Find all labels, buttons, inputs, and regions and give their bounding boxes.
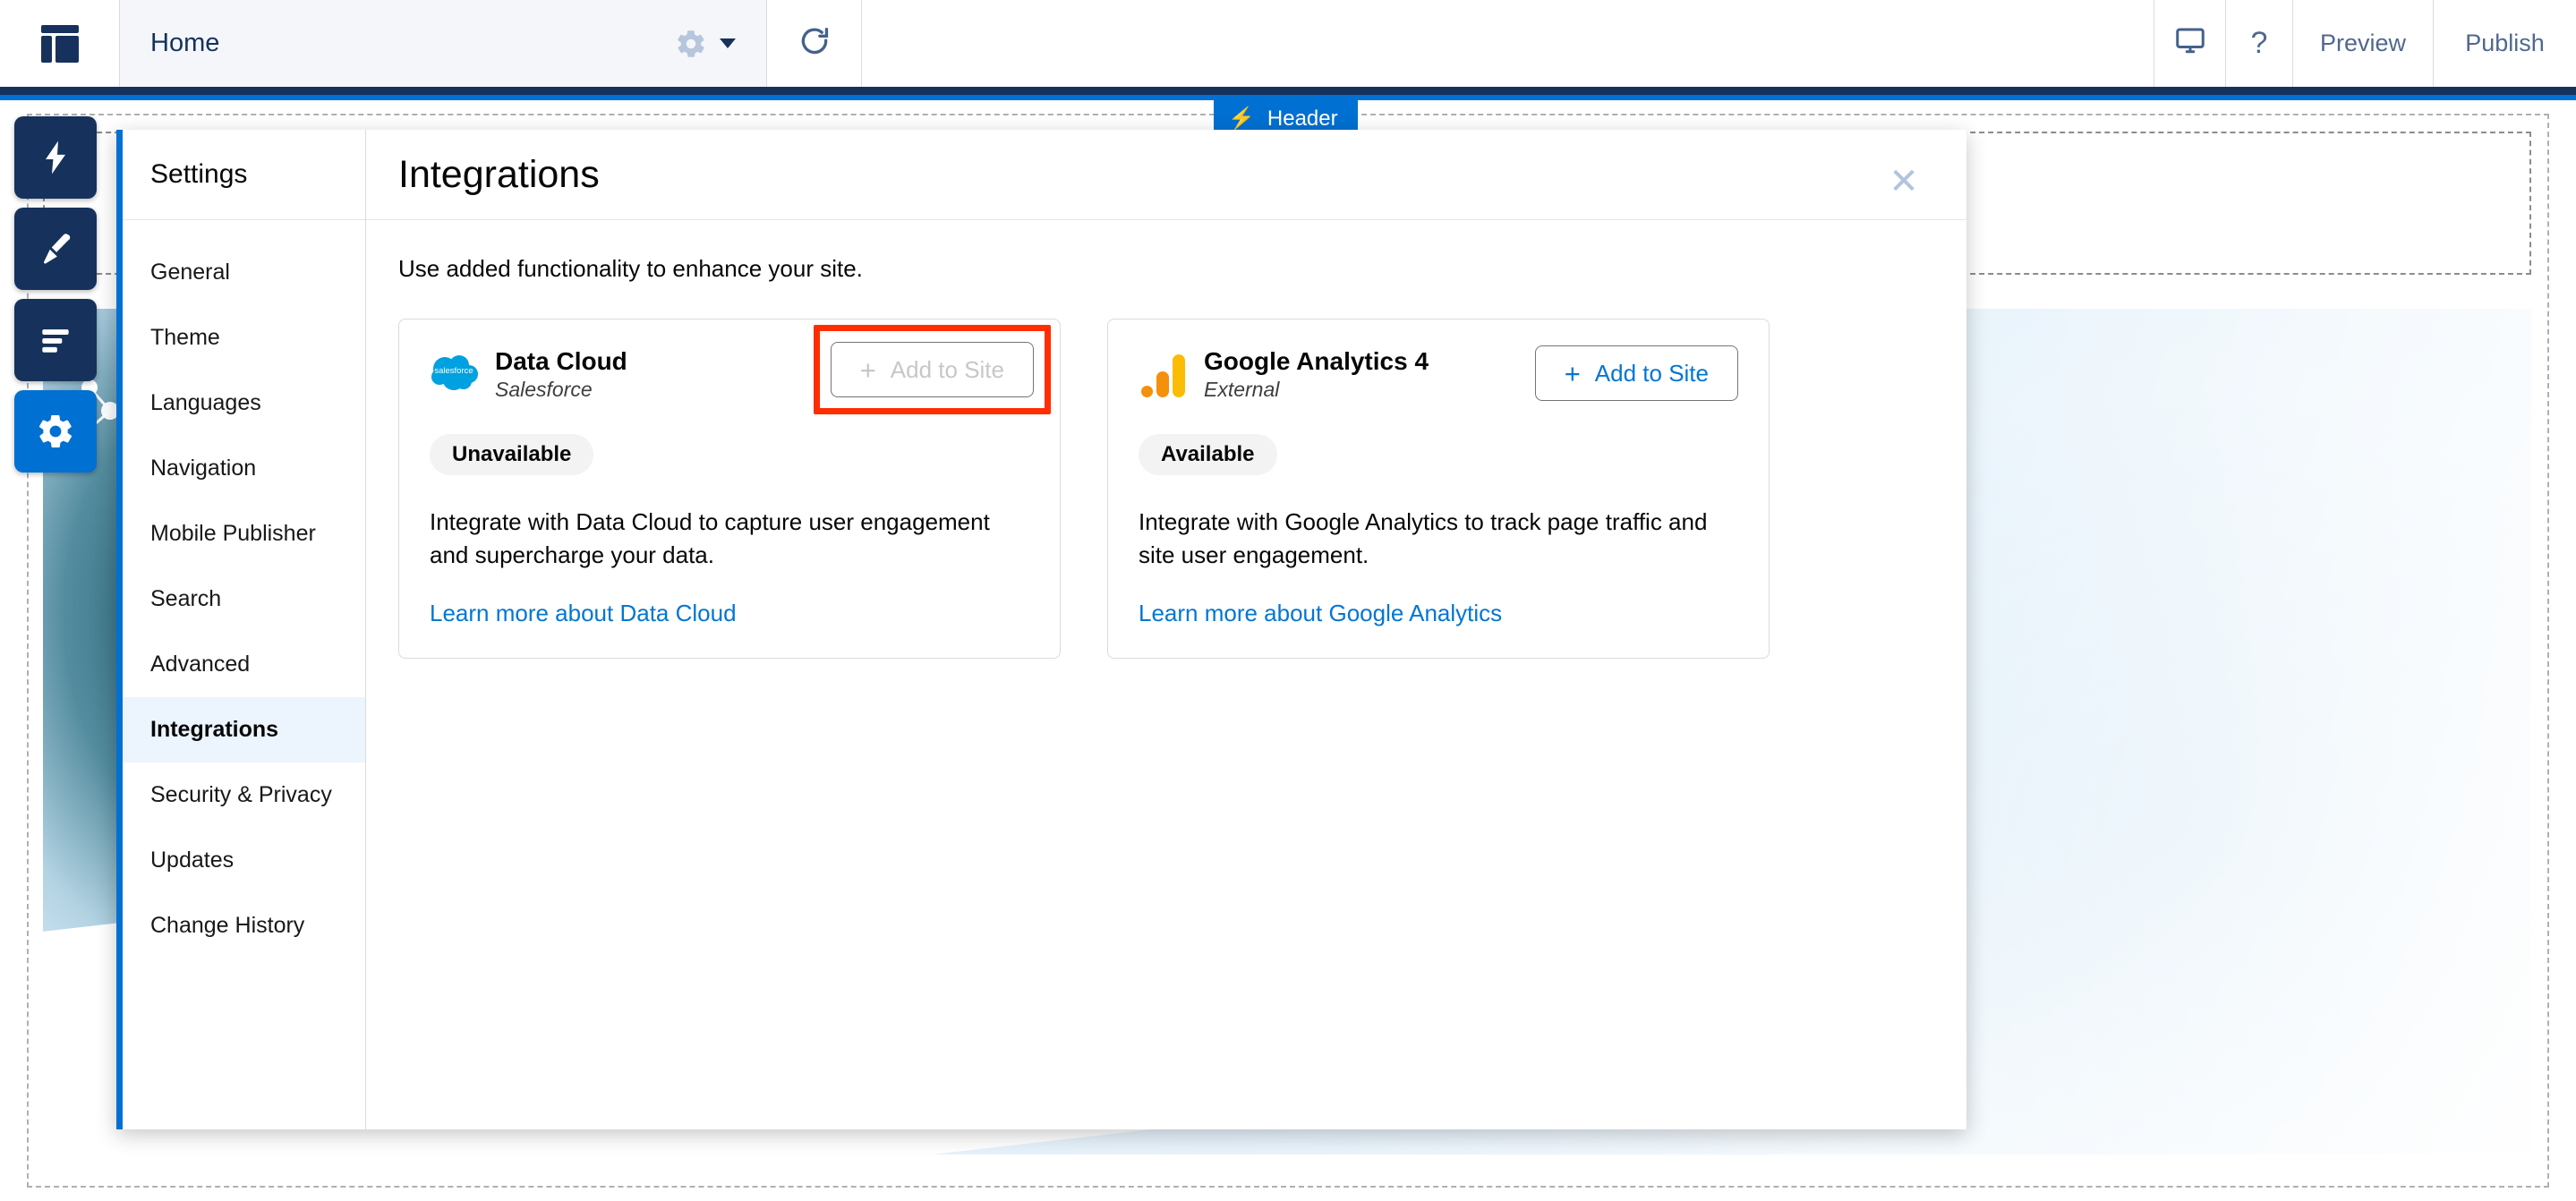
add-to-site-button[interactable]: + Add to Site	[1535, 345, 1738, 401]
page-settings-button[interactable]	[675, 28, 736, 60]
toolbar-navy-divider	[0, 87, 2576, 95]
sidebar-item-label: Search	[150, 586, 221, 612]
page-subtitle: Use added functionality to enhance your …	[366, 220, 1966, 283]
toolbar-blue-divider	[0, 95, 2576, 100]
sidebar-item-label: Theme	[150, 325, 220, 351]
integration-vendor: External	[1204, 377, 1429, 404]
top-toolbar: Home ? Pr	[0, 0, 2576, 87]
sidebar-item-mobile-publisher[interactable]: Mobile Publisher	[123, 501, 365, 566]
google-analytics-icon	[1139, 349, 1189, 399]
device-preview-button[interactable]	[2154, 0, 2225, 87]
integration-card-data-cloud: salesforce Data Cloud Salesforce + Add t…	[398, 319, 1061, 659]
learn-more-link[interactable]: Learn more about Google Analytics	[1139, 600, 1502, 627]
card-titles: Data Cloud Salesforce	[495, 345, 627, 404]
plus-icon: +	[860, 356, 876, 384]
sidebar-item-label: Security & Privacy	[150, 782, 332, 808]
sidebar-item-integrations[interactable]: Integrations	[123, 697, 365, 762]
page-title: Home	[150, 29, 675, 58]
question-mark-icon: ?	[2251, 26, 2268, 61]
sidebar-item-label: General	[150, 260, 230, 285]
sidebar-item-search[interactable]: Search	[123, 566, 365, 632]
header-region-label: Header	[1267, 106, 1338, 132]
gear-icon	[36, 412, 75, 451]
preview-button[interactable]: Preview	[2292, 0, 2433, 87]
integration-description: Integrate with Google Analytics to track…	[1139, 506, 1738, 572]
sidebar-item-label: Integrations	[150, 717, 278, 743]
builder-icon-rail	[14, 116, 104, 473]
sidebar-item-change-history[interactable]: Change History	[123, 893, 365, 958]
card-titles: Google Analytics 4 External	[1204, 345, 1429, 404]
integration-description: Integrate with Data Cloud to capture use…	[430, 506, 1029, 572]
builder-layout-icon	[41, 25, 79, 63]
chevron-down-icon	[720, 38, 736, 48]
salesforce-cloud-icon: salesforce	[430, 349, 480, 399]
modal-title-row: Integrations	[366, 130, 1966, 220]
refresh-button[interactable]	[767, 0, 862, 87]
publish-button[interactable]: Publish	[2433, 0, 2576, 87]
list-menu-icon	[36, 320, 75, 360]
settings-modal: Settings General Theme Languages Navigat…	[116, 130, 1966, 1129]
sidebar-item-label: Updates	[150, 848, 234, 873]
status-badge: Unavailable	[430, 434, 593, 475]
plus-icon: +	[1565, 360, 1581, 388]
status-badge: Available	[1139, 434, 1277, 475]
rail-item-theme[interactable]	[14, 208, 97, 290]
page-selector[interactable]: Home	[119, 0, 767, 87]
integration-card-google-analytics-4: Google Analytics 4 External + Add to Sit…	[1107, 319, 1770, 659]
close-icon[interactable]: ✕	[1879, 157, 1929, 207]
sidebar-item-label: Mobile Publisher	[150, 521, 316, 547]
settings-content: Integrations ✕ Use added functionality t…	[366, 130, 1966, 1129]
sidebar-item-advanced[interactable]: Advanced	[123, 632, 365, 697]
rail-item-components[interactable]	[14, 116, 97, 199]
add-to-site-label: Add to Site	[1595, 360, 1709, 388]
card-header: Google Analytics 4 External + Add to Sit…	[1139, 345, 1738, 404]
sidebar-item-security-privacy[interactable]: Security & Privacy	[123, 762, 365, 828]
gear-icon	[675, 28, 707, 60]
add-to-site-button[interactable]: + Add to Site	[831, 342, 1034, 397]
settings-nav-list: General Theme Languages Navigation Mobil…	[123, 220, 365, 1129]
rail-item-settings[interactable]	[14, 390, 97, 473]
integration-card-list: salesforce Data Cloud Salesforce + Add t…	[366, 283, 1966, 659]
sidebar-item-label: Advanced	[150, 652, 250, 677]
paintbrush-icon	[36, 229, 75, 268]
card-identity: Google Analytics 4 External	[1139, 345, 1535, 404]
rail-item-page-structure[interactable]	[14, 299, 97, 381]
sidebar-item-label: Navigation	[150, 456, 256, 481]
sidebar-item-label: Languages	[150, 390, 261, 416]
integration-name: Data Cloud	[495, 345, 627, 377]
refresh-icon	[798, 24, 832, 63]
desktop-monitor-icon	[2174, 24, 2206, 63]
integration-name: Google Analytics 4	[1204, 345, 1429, 377]
sidebar-item-label: Change History	[150, 913, 304, 939]
lightning-bolt-icon	[36, 138, 75, 177]
settings-heading: Settings	[123, 130, 365, 220]
add-to-site-label: Add to Site	[891, 356, 1004, 384]
publish-label: Publish	[2465, 30, 2545, 57]
sidebar-item-theme[interactable]: Theme	[123, 305, 365, 371]
sidebar-item-languages[interactable]: Languages	[123, 371, 365, 436]
preview-label: Preview	[2320, 30, 2406, 57]
sidebar-item-navigation[interactable]: Navigation	[123, 436, 365, 501]
sidebar-item-general[interactable]: General	[123, 240, 365, 305]
settings-sidebar: Settings General Theme Languages Navigat…	[123, 130, 366, 1129]
page-heading: Integrations	[398, 153, 600, 197]
app-logo-button[interactable]	[0, 0, 119, 87]
help-button[interactable]: ?	[2225, 0, 2292, 87]
integration-vendor: Salesforce	[495, 377, 627, 404]
toolbar-spacer	[862, 0, 2154, 87]
learn-more-link[interactable]: Learn more about Data Cloud	[430, 600, 737, 627]
highlight-annotation: + Add to Site	[814, 325, 1051, 414]
sidebar-item-updates[interactable]: Updates	[123, 828, 365, 893]
svg-text:salesforce: salesforce	[434, 366, 473, 376]
lightning-bolt-icon: ⚡	[1228, 108, 1255, 130]
